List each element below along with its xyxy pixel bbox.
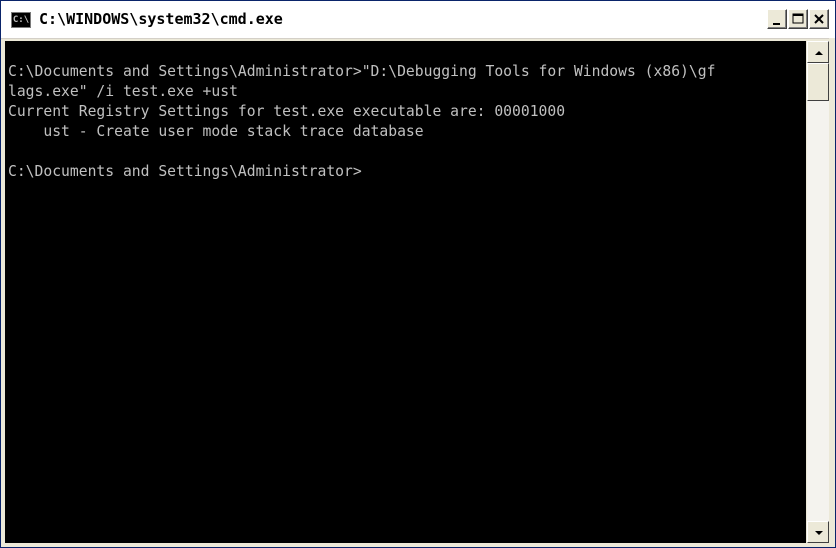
console-line: C:\Documents and Settings\Administrator>… — [8, 63, 716, 80]
arrow-down-icon — [815, 531, 823, 535]
console-output[interactable]: C:\Documents and Settings\Administrator>… — [5, 41, 806, 543]
window-frame-bottom — [1, 543, 835, 547]
cmd-window: C:\ C:\WINDOWS\system32\cmd.exe C:\Docum… — [0, 0, 836, 548]
console-prompt: C:\Documents and Settings\Administrator> — [8, 163, 362, 180]
maximize-button[interactable] — [788, 9, 808, 29]
vertical-scrollbar[interactable] — [807, 41, 829, 543]
console-text: C:\Documents and Settings\Administrator>… — [8, 62, 715, 182]
window-title: C:\WINDOWS\system32\cmd.exe — [39, 10, 283, 28]
maximize-icon — [792, 13, 804, 24]
scrollbar-thumb[interactable] — [807, 63, 829, 101]
scroll-down-button[interactable] — [807, 521, 829, 543]
console-line: ust - Create user mode stack trace datab… — [8, 123, 424, 140]
close-button[interactable] — [809, 9, 829, 29]
console-line: Current Registry Settings for test.exe e… — [8, 103, 566, 120]
scroll-up-button[interactable] — [807, 41, 829, 63]
close-icon — [814, 14, 824, 24]
arrow-up-icon — [815, 51, 823, 55]
minimize-icon — [773, 23, 780, 25]
cmd-icon[interactable]: C:\ — [11, 12, 31, 28]
title-bar[interactable]: C:\ C:\WINDOWS\system32\cmd.exe — [1, 1, 835, 39]
window-frame-right — [829, 38, 835, 547]
minimize-button[interactable] — [767, 9, 787, 29]
console-line: lags.exe" /i test.exe +ust — [8, 83, 238, 100]
